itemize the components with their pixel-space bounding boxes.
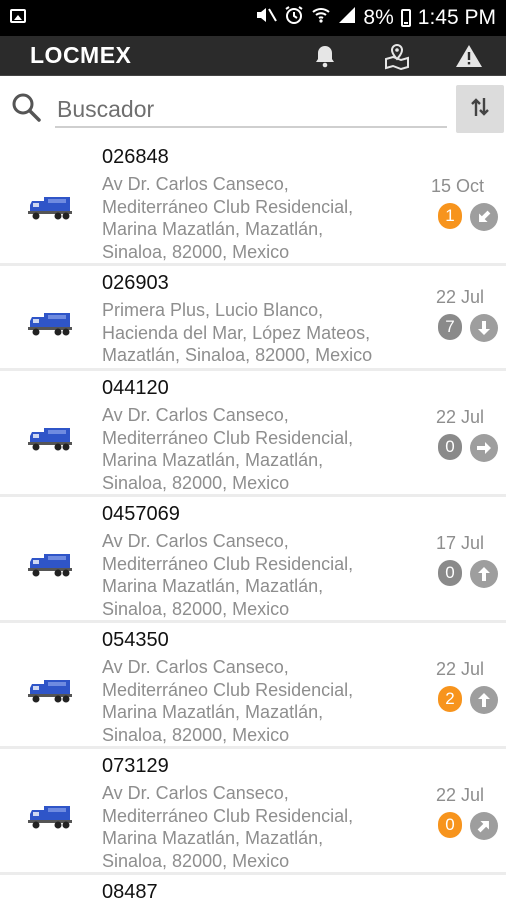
- vehicle-id: 054350: [102, 629, 169, 651]
- vehicle-address: Primera Plus, Lucio Blanco, Hacienda del …: [102, 299, 402, 367]
- vehicle-row[interactable]: 044120 Av Dr. Carlos Canseco, Mediterráneo…: [0, 371, 506, 497]
- address-line: Marina Mazatlán, Mazatlán,: [102, 576, 324, 597]
- heading-arrow-icon: [470, 434, 498, 462]
- vehicle-id: 0457069: [102, 503, 180, 525]
- alert-count-badge: 1: [438, 203, 462, 229]
- search-bar: [0, 77, 506, 139]
- vehicle-row[interactable]: 026848 Av Dr. Carlos Canseco, Mediterráneo…: [0, 140, 506, 266]
- heading-arrow-icon: [470, 560, 498, 588]
- vehicle-address: Av Dr. Carlos Canseco, Mediterráneo Club …: [102, 173, 402, 263]
- address-line: Mediterráneo Club Residencial,: [102, 679, 354, 700]
- address-line: Marina Mazatlán, Mazatlán,: [102, 450, 324, 471]
- last-report-date: 22 Jul: [435, 785, 484, 805]
- last-report-date: 15 Oct: [430, 176, 484, 196]
- row-indicators: 2: [438, 686, 498, 714]
- truck-icon: [28, 674, 74, 704]
- vehicle-row[interactable]: 08487: [0, 875, 506, 900]
- vehicle-id: 08487: [102, 881, 158, 900]
- last-report-date: 22 Jul: [435, 659, 484, 679]
- vehicle-address: Av Dr. Carlos Canseco, Mediterráneo Club …: [102, 782, 402, 872]
- map-marker-icon[interactable]: [382, 42, 412, 70]
- address-line: Mediterráneo Club Residencial,: [102, 805, 354, 826]
- heading-arrow-icon: [470, 314, 498, 342]
- last-report-date: 22 Jul: [435, 287, 484, 307]
- truck-icon: [28, 422, 74, 452]
- truck-icon: [28, 191, 74, 221]
- address-line: Mediterráneo Club Residencial,: [102, 427, 354, 448]
- address-line: Sinaloa, 82000, Mexico: [102, 472, 290, 493]
- vehicle-address: Av Dr. Carlos Canseco, Mediterráneo Club …: [102, 656, 402, 746]
- vehicle-id: 026848: [102, 146, 169, 168]
- heading-arrow-icon: [470, 686, 498, 714]
- vehicle-id: 073129: [102, 755, 169, 777]
- last-report-date: 17 Jul: [435, 533, 484, 553]
- vehicle-row[interactable]: 073129 Av Dr. Carlos Canseco, Mediterráneo…: [0, 749, 506, 875]
- signal-icon: [338, 6, 356, 30]
- sort-button[interactable]: [456, 85, 504, 133]
- address-line: Av Dr. Carlos Canseco,: [102, 405, 289, 425]
- address-line: Av Dr. Carlos Canseco,: [102, 531, 289, 551]
- mute-icon: [255, 5, 278, 31]
- alarm-icon: [284, 5, 304, 31]
- clock: 1:45 PM: [417, 6, 496, 29]
- address-line: Marina Mazatlán, Mazatlán,: [102, 828, 324, 849]
- vehicle-id: 026903: [102, 272, 169, 294]
- row-indicators: 1: [438, 203, 498, 231]
- address-line: Sinaloa, 82000, Mexico: [102, 724, 290, 745]
- alert-count-badge: 0: [438, 812, 462, 838]
- vehicle-address: Av Dr. Carlos Canseco, Mediterráneo Club …: [102, 530, 402, 620]
- address-line: Mediterráneo Club Residencial,: [102, 196, 354, 217]
- address-line: Sinaloa, 82000, Mexico: [102, 241, 290, 262]
- row-indicators: 0: [438, 812, 498, 840]
- app-title: LOCMEX: [30, 42, 132, 68]
- address-line: Sinaloa, 82000, Mexico: [102, 598, 290, 619]
- wifi-icon: [311, 5, 331, 31]
- search-input[interactable]: [55, 92, 447, 128]
- battery-icon: [400, 9, 411, 27]
- bell-icon[interactable]: [310, 42, 340, 70]
- battery-percent: 8%: [363, 6, 394, 29]
- row-indicators: 0: [438, 560, 498, 588]
- truck-icon: [28, 800, 74, 830]
- sort-icon: [470, 96, 490, 123]
- alert-count-badge: 0: [438, 434, 462, 460]
- gallery-notification-icon: [10, 9, 26, 23]
- truck-icon: [28, 307, 74, 337]
- row-indicators: 7: [438, 314, 498, 342]
- status-icons: 8% 1:45 PM: [255, 5, 496, 31]
- vehicle-list: 026848 Av Dr. Carlos Canseco, Mediterráneo…: [0, 140, 506, 900]
- alert-count-badge: 2: [438, 686, 462, 712]
- vehicle-row[interactable]: 0457069 Av Dr. Carlos Canseco, Mediterráne…: [0, 497, 506, 623]
- warning-icon[interactable]: [454, 42, 484, 70]
- alert-count-badge: 7: [438, 314, 462, 340]
- address-line: Hacienda del Mar, López Mateos,: [102, 322, 371, 343]
- address-line: Av Dr. Carlos Canseco,: [102, 783, 289, 803]
- address-line: Marina Mazatlán, Mazatlán,: [102, 219, 324, 240]
- vehicle-row[interactable]: 026903 Primera Plus, Lucio Blanco, Haciend…: [0, 266, 506, 371]
- heading-arrow-icon: [470, 203, 498, 231]
- heading-arrow-icon: [470, 812, 498, 840]
- address-line: Marina Mazatlán, Mazatlán,: [102, 702, 324, 723]
- vehicle-id: 044120: [102, 377, 169, 399]
- address-line: Mediterráneo Club Residencial,: [102, 553, 354, 574]
- app-bar: LOCMEX: [0, 36, 506, 76]
- row-indicators: 0: [438, 434, 498, 462]
- status-bar: 8% 1:45 PM: [0, 0, 506, 36]
- last-report-date: 22 Jul: [435, 407, 484, 427]
- address-line: Mazatlán, Sinaloa, 82000, Mexico: [102, 345, 373, 366]
- address-line: Av Dr. Carlos Canseco,: [102, 174, 289, 194]
- alert-count-badge: 0: [438, 560, 462, 586]
- address-line: Sinaloa, 82000, Mexico: [102, 850, 290, 871]
- vehicle-address: Av Dr. Carlos Canseco, Mediterráneo Club …: [102, 404, 402, 494]
- vehicle-row[interactable]: 054350 Av Dr. Carlos Canseco, Mediterráneo…: [0, 623, 506, 749]
- truck-icon: [28, 548, 74, 578]
- search-icon: [10, 91, 42, 123]
- address-line: Primera Plus, Lucio Blanco,: [102, 300, 324, 320]
- address-line: Av Dr. Carlos Canseco,: [102, 657, 289, 677]
